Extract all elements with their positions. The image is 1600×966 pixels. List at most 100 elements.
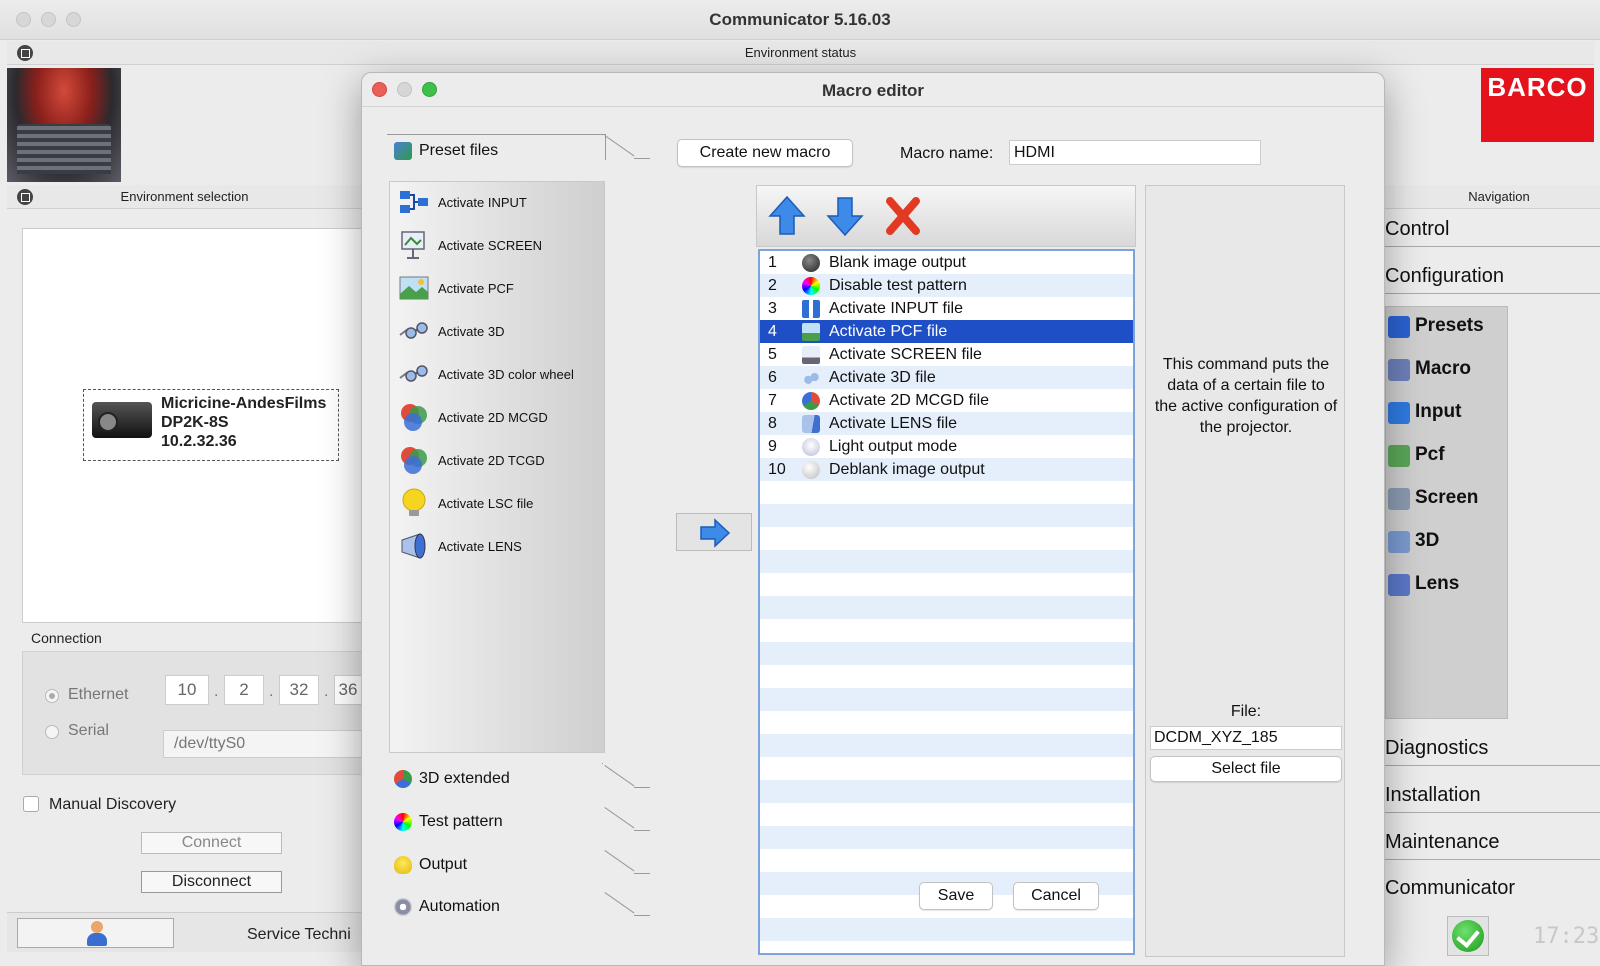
nav-tab-maintenance[interactable]: Maintenance [1385,831,1500,854]
nav-sub-lens[interactable]: Lens [1415,573,1459,595]
command-row[interactable]: 1 Blank image output [760,251,1133,274]
tab-preset-files-label: Preset files [419,142,499,159]
tab-output[interactable]: Output [387,851,607,879]
nav-sub-input[interactable]: Input [1415,401,1461,423]
serial-radio[interactable] [45,725,59,739]
connect-button[interactable]: Connect [141,832,282,854]
nav-sub-pcf[interactable]: Pcf [1415,444,1445,466]
ip-field-3[interactable]: 32 [279,675,319,705]
pcf-icon [1388,445,1410,467]
tab-preset-files[interactable]: Preset files [387,137,607,165]
select-file-button[interactable]: Select file [1150,756,1342,782]
nav-sub-macro[interactable]: Macro [1415,358,1471,380]
serial-label: Serial [68,722,109,739]
nav-sub-screen[interactable]: Screen [1415,487,1478,509]
command-detail-panel: This command puts the data of a certain … [1145,185,1345,957]
preset-files-icon [394,142,412,160]
command-row[interactable]: 9 Light output mode [760,435,1133,458]
command-row[interactable]: 6 Activate 3D file [760,366,1133,389]
command-row[interactable]: 10 Deblank image output [760,458,1133,481]
add-command-button[interactable] [676,513,752,551]
tab-automation[interactable]: Automation [387,893,607,921]
file-field[interactable]: DCDM_XYZ_185 [1150,726,1342,750]
tab-test-pattern-label: Test pattern [419,813,503,830]
ip-separator: . [324,683,329,700]
command-row[interactable]: 5 Activate SCREEN file [760,343,1133,366]
nav-sub-presets[interactable]: Presets [1415,315,1484,337]
command-toolbar [756,185,1136,247]
command-label: Activate INPUT file [829,300,963,317]
environment-image [7,68,121,182]
status-ok-button[interactable] [1447,916,1489,956]
clock: 17:23 [1533,924,1600,949]
nav-tab-control[interactable]: Control [1385,218,1449,241]
ip-separator: . [214,683,219,700]
delete-icon[interactable] [883,194,923,238]
move-up-icon[interactable] [767,194,807,238]
preset-item-pcf[interactable]: Activate PCF [398,270,603,306]
device-ip: 10.2.32.36 [161,433,237,450]
deblank-icon [802,461,820,479]
command-description: This command puts the data of a certain … [1154,356,1338,436]
screen-icon [1388,488,1410,510]
restore-icon[interactable] [17,189,33,205]
3d-glasses-icon [399,365,428,382]
main-titlebar: Communicator 5.16.03 [0,0,1600,40]
move-down-icon[interactable] [825,194,865,238]
environment-list: Micricine-AndesFilms DP2K-8S 10.2.32.36 [22,228,362,623]
dialog-title: Macro editor [821,81,925,100]
preset-item-label: Activate SCREEN [438,238,543,253]
tab-test-pattern[interactable]: Test pattern [387,808,607,836]
command-row[interactable]: 7 Activate 2D MCGD file [760,389,1133,412]
preset-item-label: Activate 2D MCGD [438,410,548,425]
lens-icon [802,415,820,433]
command-number: 1 [768,254,777,271]
ip-field-4[interactable]: 36 [334,675,362,705]
command-row-selected[interactable]: 4 Activate PCF file [760,320,1133,343]
nav-tab-configuration[interactable]: Configuration [1385,265,1504,288]
3d-extended-icon [394,770,412,788]
command-row[interactable]: 3 Activate INPUT file [760,297,1133,320]
ip-field-2[interactable]: 2 [224,675,264,705]
save-button[interactable]: Save [919,882,993,910]
preset-item-lens[interactable]: Activate LENS [398,528,603,564]
preset-item-lsc[interactable]: Activate LSC file [398,485,603,521]
pcf-icon [802,323,820,341]
command-label: Deblank image output [829,461,985,478]
command-row[interactable]: 2 Disable test pattern [760,274,1133,297]
ip-field-1[interactable]: 10 [165,675,209,705]
manual-discovery-checkbox[interactable] [23,796,39,812]
preset-item-2d-mcgd[interactable]: Activate 2D MCGD [398,399,603,435]
device-card[interactable]: Micricine-AndesFilms DP2K-8S 10.2.32.36 [83,389,339,461]
preset-item-label: Activate 3D [438,324,505,339]
disconnect-button[interactable]: Disconnect [141,871,282,893]
nav-tab-installation[interactable]: Installation [1385,784,1481,807]
preset-item-2d-tcgd[interactable]: Activate 2D TCGD [398,442,603,478]
serial-port-field[interactable]: /dev/ttyS0 [163,730,363,758]
user-button[interactable] [17,918,174,948]
preset-item-label: Activate LENS [438,539,522,554]
macro-command-list: 1 Blank image output 2 Disable test patt… [758,249,1135,955]
nav-sub-3d[interactable]: 3D [1415,530,1439,552]
tab-3d-extended[interactable]: 3D extended [387,765,607,793]
macro-name-input[interactable] [1009,140,1261,165]
command-label: Light output mode [829,438,958,455]
nav-tab-communicator[interactable]: Communicator [1385,877,1515,900]
command-label: Blank image output [829,254,966,271]
macro-name-label: Macro name: [900,145,994,162]
restore-icon[interactable] [17,45,33,61]
command-label: Activate PCF file [829,323,948,340]
navigation-bar: Navigation [1370,185,1600,209]
preset-item-input[interactable]: Activate INPUT [398,184,603,220]
preset-item-3d[interactable]: Activate 3D [398,313,603,349]
preset-item-3d-color-wheel[interactable]: Activate 3D color wheel [398,356,603,392]
lens-icon [401,533,426,559]
cancel-button[interactable]: Cancel [1013,882,1099,910]
ethernet-radio[interactable] [45,689,59,703]
input-icon [802,300,820,318]
create-new-macro-button[interactable]: Create new macro [677,139,853,167]
command-row[interactable]: 8 Activate LENS file [760,412,1133,435]
nav-tab-diagnostics[interactable]: Diagnostics [1385,737,1488,760]
preset-item-screen[interactable]: Activate SCREEN [398,227,603,263]
command-label: Activate LENS file [829,415,958,432]
